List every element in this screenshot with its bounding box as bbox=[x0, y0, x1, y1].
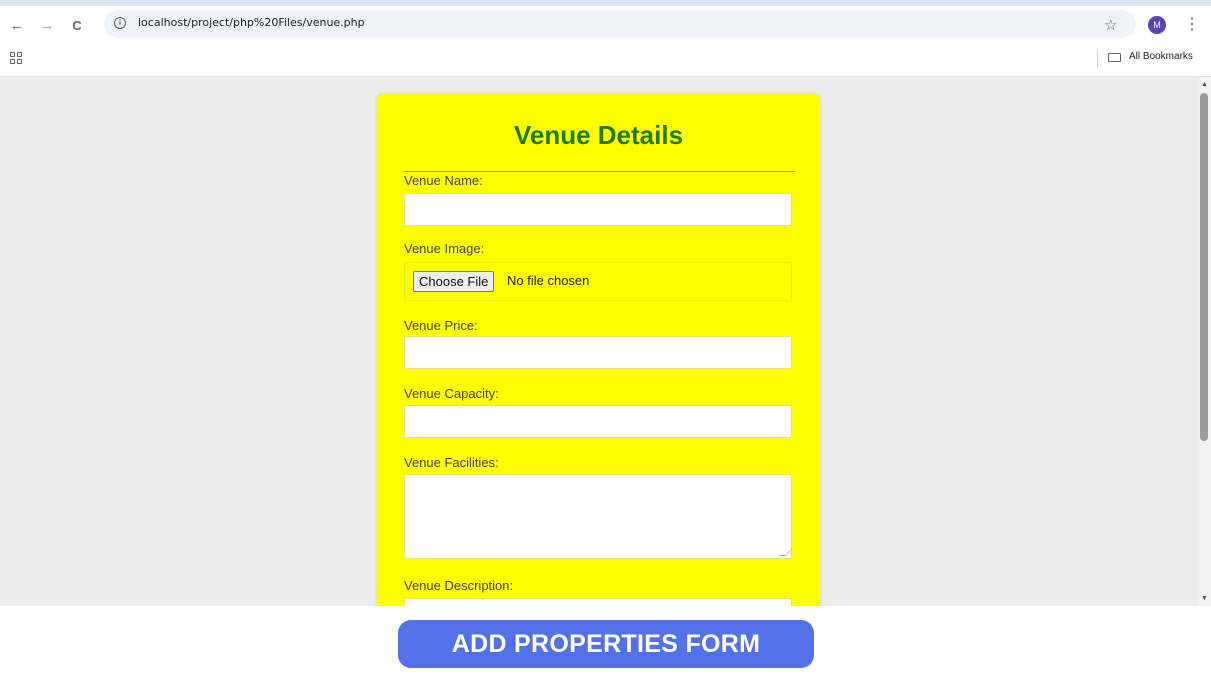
venue-name-input[interactable] bbox=[404, 193, 792, 226]
folder-icon bbox=[1108, 53, 1121, 62]
scroll-up-arrow-icon[interactable]: ▲ bbox=[1201, 81, 1208, 88]
info-icon[interactable]: i bbox=[114, 17, 126, 29]
venue-description-label: Venue Description: bbox=[404, 578, 514, 593]
venue-name-label: Venue Name: bbox=[404, 173, 483, 188]
bookmarks-divider bbox=[1097, 50, 1098, 68]
venue-facilities-textarea[interactable] bbox=[404, 474, 793, 559]
back-arrow-icon[interactable]: ← bbox=[6, 14, 28, 36]
scrollbar-thumb[interactable] bbox=[1200, 93, 1208, 441]
venue-description-textarea[interactable] bbox=[404, 598, 792, 606]
venue-image-file-input[interactable]: Choose File No file chosen bbox=[404, 262, 792, 301]
scroll-down-arrow-icon[interactable]: ▼ bbox=[1201, 595, 1208, 602]
kebab-menu-icon[interactable]: ⋮ bbox=[1184, 14, 1200, 34]
add-properties-form-caption: ADD PROPERTIES FORM bbox=[398, 620, 814, 668]
url-text[interactable]: localhost/project/php%20Files/venue.php bbox=[138, 16, 365, 29]
venue-capacity-input[interactable] bbox=[404, 405, 792, 438]
profile-avatar[interactable]: M bbox=[1148, 16, 1166, 34]
no-file-chosen-text: No file chosen bbox=[507, 273, 590, 288]
apps-grid-icon[interactable] bbox=[10, 52, 22, 64]
venue-form-card: Venue Details Venue Name: Venue Image: C… bbox=[377, 94, 820, 606]
page-scrollbar[interactable]: ▲ ▼ bbox=[1198, 77, 1211, 606]
title-divider bbox=[403, 171, 795, 172]
browser-toolbar: ← → C i localhost/project/php%20Files/ve… bbox=[0, 6, 1211, 42]
reload-icon[interactable]: C bbox=[66, 14, 88, 36]
star-icon[interactable]: ☆ bbox=[1104, 16, 1117, 34]
choose-file-button[interactable]: Choose File bbox=[413, 271, 495, 292]
all-bookmarks-link[interactable]: All Bookmarks bbox=[1129, 51, 1193, 62]
address-bar[interactable]: i localhost/project/php%20Files/venue.ph… bbox=[104, 10, 1136, 38]
venue-price-label: Venue Price: bbox=[404, 318, 478, 333]
page-viewport: Venue Details Venue Name: Venue Image: C… bbox=[0, 77, 1198, 606]
venue-capacity-label: Venue Capacity: bbox=[404, 386, 499, 401]
bookmarks-bar: All Bookmarks bbox=[0, 42, 1211, 77]
resize-handle-icon[interactable] bbox=[778, 549, 793, 556]
venue-price-input[interactable] bbox=[404, 336, 792, 369]
forward-arrow-icon[interactable]: → bbox=[36, 14, 58, 36]
form-title: Venue Details bbox=[513, 120, 684, 150]
venue-facilities-label: Venue Facilities: bbox=[404, 455, 499, 470]
venue-image-label: Venue Image: bbox=[404, 241, 485, 256]
